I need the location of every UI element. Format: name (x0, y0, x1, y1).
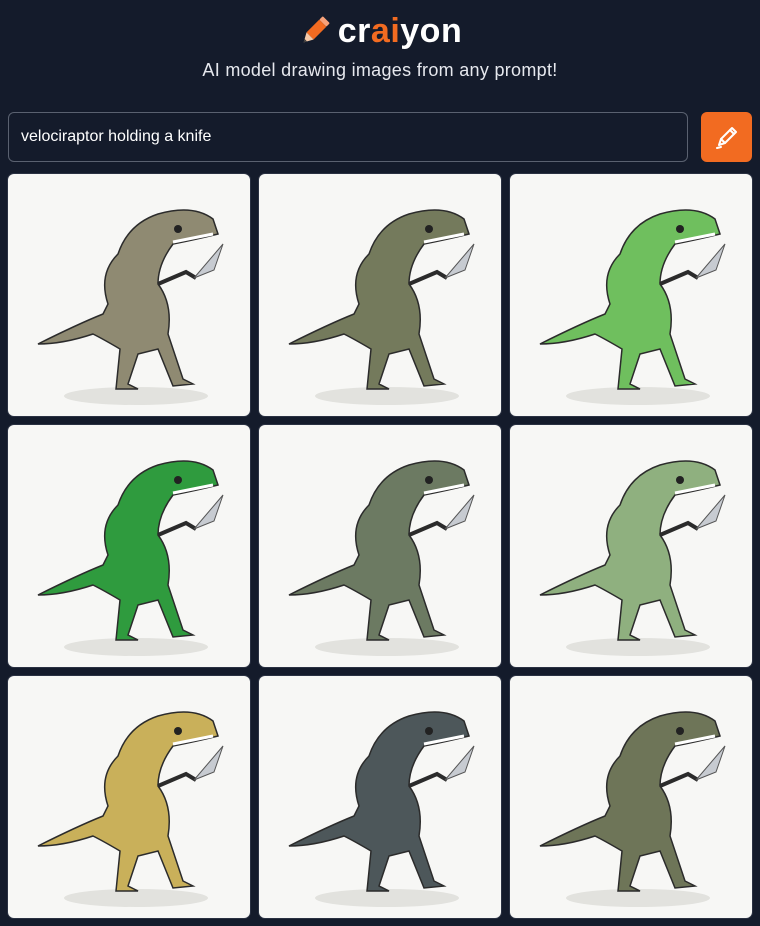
dinosaur-image (288, 711, 475, 907)
result-image[interactable] (8, 676, 250, 918)
result-image[interactable] (510, 425, 752, 667)
brand-wordmark: craiyon (338, 12, 462, 51)
brand-highlight: ai (370, 11, 401, 50)
dinosaur-image (37, 711, 224, 907)
brand-suffix: yon (400, 11, 463, 50)
dinosaur-image (288, 209, 475, 405)
dinosaur-image (288, 460, 475, 656)
draw-button[interactable] (701, 112, 752, 162)
brand-logo[interactable]: craiyon (0, 8, 760, 54)
result-image[interactable] (259, 676, 501, 918)
tagline: AI model drawing images from any prompt! (202, 60, 558, 80)
dinosaur-image (539, 711, 726, 907)
dinosaur-image (37, 460, 224, 656)
dinosaur-image (539, 460, 726, 656)
result-image[interactable] (8, 425, 250, 667)
result-image[interactable] (510, 676, 752, 918)
dinosaur-image (37, 209, 224, 405)
result-image[interactable] (510, 174, 752, 416)
pencil-icon (303, 16, 330, 43)
result-image[interactable] (259, 174, 501, 416)
result-image[interactable] (8, 174, 250, 416)
dinosaur-image (539, 209, 726, 405)
result-image[interactable] (259, 425, 501, 667)
results-grid (8, 174, 752, 918)
prompt-input[interactable] (8, 112, 688, 162)
pencil-draw-icon (715, 127, 737, 149)
brand-prefix: cr (337, 11, 371, 50)
